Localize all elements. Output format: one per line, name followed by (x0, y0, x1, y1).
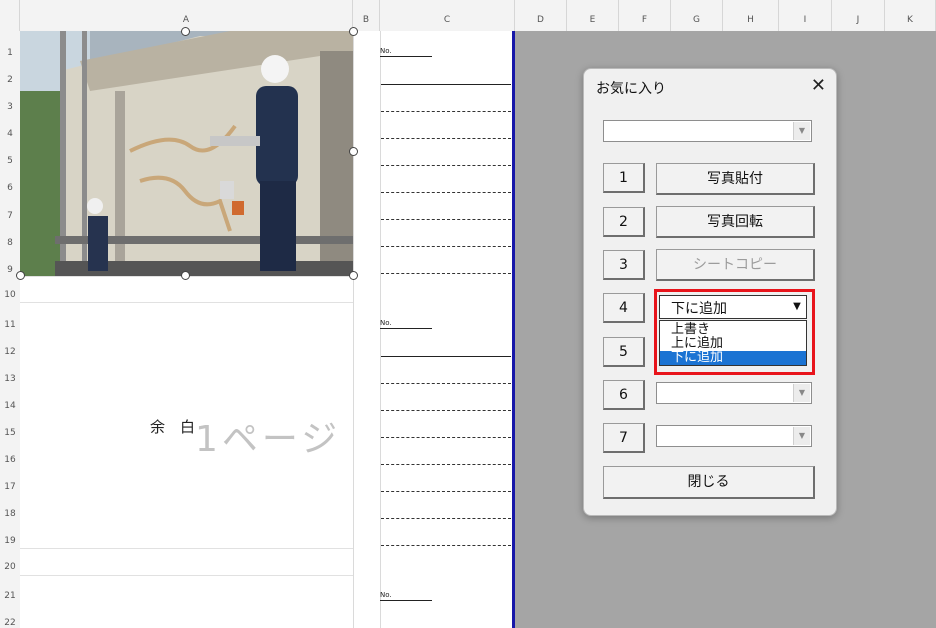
gridline (20, 302, 353, 303)
rule-line (381, 111, 511, 112)
rule-line (381, 192, 511, 193)
rule-line (381, 518, 511, 519)
row-number[interactable]: 17 (0, 482, 20, 492)
row-number[interactable]: 16 (0, 455, 20, 465)
step-4-button[interactable]: 4 (603, 293, 645, 323)
row-number[interactable]: 6 (0, 183, 20, 193)
row-number[interactable]: 15 (0, 428, 20, 438)
step-5-button[interactable]: 5 (603, 337, 645, 367)
col-header-d[interactable]: D (515, 0, 567, 31)
row-number[interactable]: 20 (0, 562, 20, 572)
resize-handle[interactable] (349, 271, 358, 280)
copy-sheet-button[interactable]: シートコピー (656, 249, 815, 281)
rule-line (381, 383, 511, 384)
row-number[interactable]: 19 (0, 536, 20, 546)
step-7-select[interactable]: ▼ (656, 425, 812, 447)
row-number[interactable]: 18 (0, 509, 20, 519)
row-number[interactable]: 14 (0, 401, 20, 411)
rule-line (381, 356, 511, 357)
resize-handle[interactable] (349, 27, 358, 36)
number-field: No. (380, 319, 432, 329)
row-number[interactable]: 21 (0, 591, 20, 601)
rule-line (381, 273, 511, 274)
number-field: No. (380, 591, 432, 601)
option-insert-below[interactable]: 下に追加 (660, 351, 806, 365)
rule-line (381, 219, 511, 220)
paste-photo-button[interactable]: 写真貼付 (656, 163, 815, 195)
rule-line (381, 491, 511, 492)
gridline (353, 31, 354, 628)
photo-image (20, 31, 353, 276)
col-header-g[interactable]: G (671, 0, 723, 31)
rotate-photo-button[interactable]: 写真回転 (656, 206, 815, 238)
col-header-h[interactable]: H (723, 0, 779, 31)
col-header-k[interactable]: K (885, 0, 936, 31)
rule-line (381, 464, 511, 465)
resize-handle[interactable] (181, 271, 190, 280)
col-header-c[interactable]: C (380, 0, 515, 31)
rule-line (381, 410, 511, 411)
step-1-button[interactable]: 1 (603, 163, 645, 193)
chevron-down-icon[interactable]: ▼ (793, 122, 810, 140)
step-6-select[interactable]: ▼ (656, 382, 812, 404)
dialog-title: お気に入り (596, 81, 666, 97)
row-number[interactable]: 12 (0, 347, 20, 357)
col-header-b[interactable]: B (353, 0, 380, 31)
gridline (20, 575, 353, 576)
rule-line (381, 84, 511, 85)
row-header: 1 2 3 4 5 6 7 8 9 10 11 12 13 14 15 16 1… (0, 31, 21, 628)
resize-handle[interactable] (181, 27, 190, 36)
insert-mode-select[interactable]: 下に追加 ▼ (659, 295, 807, 319)
step-2-button[interactable]: 2 (603, 207, 645, 237)
gridline (20, 548, 353, 549)
margin-label: 余 白 (150, 418, 196, 436)
insert-mode-dropdown-list: 上書き 上に追加 下に追加 (659, 320, 807, 366)
col-header-e[interactable]: E (567, 0, 619, 31)
rule-line (381, 545, 511, 546)
insert-mode-value: 下に追加 (671, 301, 727, 317)
rule-line (381, 246, 511, 247)
col-header-i[interactable]: I (779, 0, 832, 31)
step-3-button[interactable]: 3 (603, 250, 645, 280)
col-header-f[interactable]: F (619, 0, 671, 31)
chevron-down-icon[interactable]: ▼ (789, 297, 805, 317)
option-insert-above[interactable]: 上に追加 (660, 337, 806, 351)
number-field: No. (380, 47, 432, 57)
row-number[interactable]: 1 (0, 48, 20, 58)
favorites-select[interactable]: ▼ (603, 120, 812, 142)
row-number[interactable]: 4 (0, 129, 20, 139)
resize-handle[interactable] (349, 147, 358, 156)
rule-line (381, 138, 511, 139)
row-number[interactable]: 10 (0, 290, 20, 300)
row-number[interactable]: 11 (0, 320, 20, 330)
option-overwrite[interactable]: 上書き (660, 323, 806, 337)
step-7-button[interactable]: 7 (603, 423, 645, 453)
select-all-corner[interactable] (0, 0, 20, 31)
rule-line (381, 437, 511, 438)
col-header-j[interactable]: J (832, 0, 885, 31)
row-number[interactable]: 5 (0, 156, 20, 166)
column-header: A B C D E F G H I J K (0, 0, 936, 32)
page-number-watermark: 1ページ (195, 419, 342, 460)
row-number[interactable]: 22 (0, 618, 20, 628)
close-icon[interactable]: ✕ (811, 75, 826, 96)
row-number[interactable]: 7 (0, 211, 20, 221)
construction-photo[interactable] (20, 31, 353, 276)
gridline (380, 31, 381, 628)
chevron-down-icon[interactable]: ▼ (793, 384, 810, 402)
row-number[interactable]: 3 (0, 102, 20, 112)
row-number[interactable]: 2 (0, 75, 20, 85)
rule-line (381, 165, 511, 166)
close-dialog-button[interactable]: 閉じる (603, 466, 815, 499)
resize-handle[interactable] (16, 271, 25, 280)
chevron-down-icon[interactable]: ▼ (793, 427, 810, 445)
step-6-button[interactable]: 6 (603, 380, 645, 410)
row-number[interactable]: 13 (0, 374, 20, 384)
row-number[interactable]: 8 (0, 238, 20, 248)
